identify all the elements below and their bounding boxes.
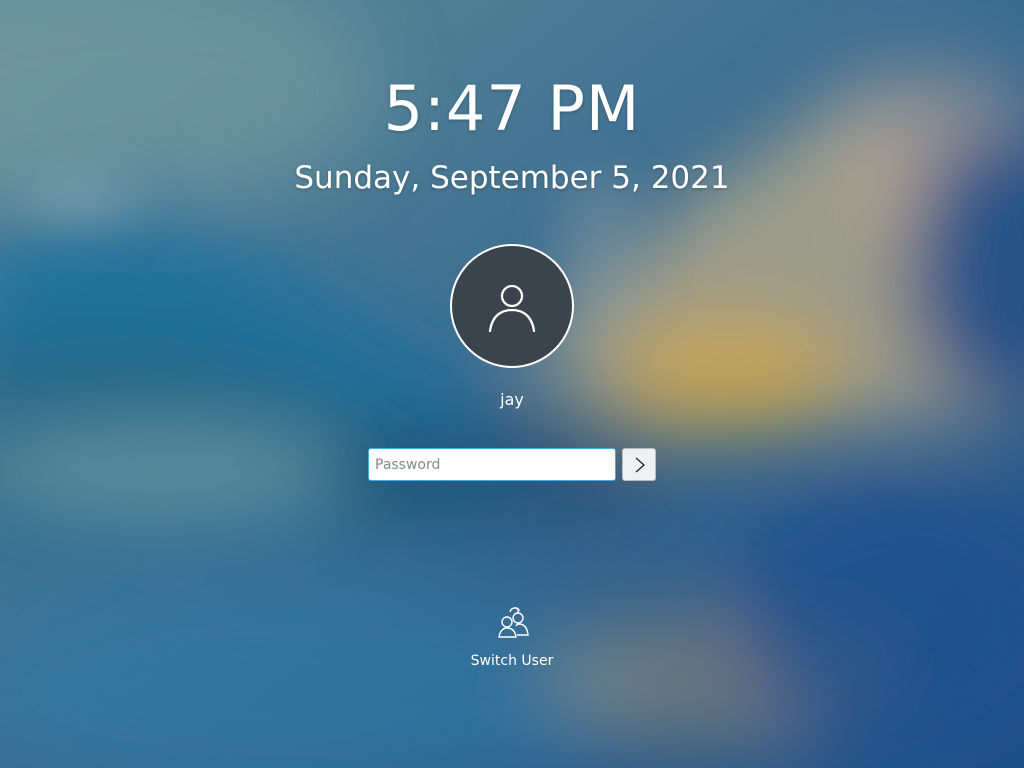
clock-time: 5:47 PM	[383, 72, 641, 145]
user-icon	[488, 284, 536, 332]
username-label: jay	[500, 390, 524, 409]
switch-user-label: Switch User	[470, 653, 554, 669]
user-avatar[interactable]	[450, 244, 574, 368]
lock-screen: 5:47 PM Sunday, September 5, 2021 jay Sw…	[0, 0, 1024, 768]
clock-date: Sunday, September 5, 2021	[294, 160, 730, 196]
switch-user-icon	[498, 607, 529, 638]
password-input[interactable]	[368, 448, 616, 481]
switch-user-button[interactable]: Switch User	[452, 596, 572, 676]
chevron-right-icon	[635, 457, 646, 473]
login-button[interactable]	[622, 448, 656, 481]
